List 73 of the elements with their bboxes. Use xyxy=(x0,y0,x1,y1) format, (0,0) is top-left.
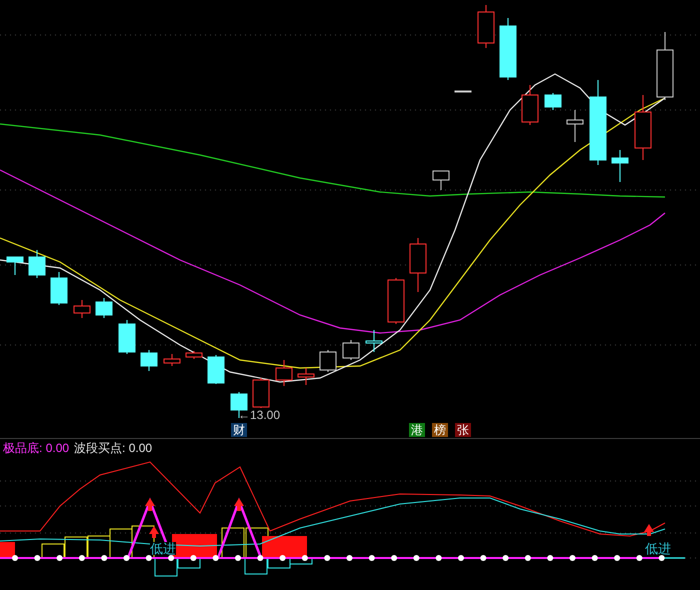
arrow-up-icon xyxy=(644,524,654,536)
candlestick xyxy=(320,350,336,372)
buy-signal-label: 低进 xyxy=(645,542,671,555)
event-badge: 财 xyxy=(231,423,247,437)
baseline-dot xyxy=(570,555,576,561)
candlestick xyxy=(298,368,314,386)
candlestick xyxy=(454,90,472,92)
baseline-dot xyxy=(78,555,85,561)
baseline-dot xyxy=(324,555,330,561)
candlestick xyxy=(342,340,360,360)
arrow-up-icon xyxy=(234,498,244,511)
baseline-dot xyxy=(524,555,531,561)
baseline-dot xyxy=(346,555,352,561)
candlestick xyxy=(656,32,674,100)
candlestick xyxy=(50,272,68,306)
baseline-dot xyxy=(101,555,108,561)
baseline-dot xyxy=(368,555,375,561)
baseline-dot xyxy=(280,555,286,561)
baseline-dot xyxy=(302,555,308,561)
baseline-dot xyxy=(547,555,554,561)
candlestick xyxy=(634,94,652,160)
candlestick xyxy=(186,350,202,360)
candlestick xyxy=(432,170,450,190)
baseline-dot xyxy=(34,555,40,561)
baseline-dot xyxy=(257,555,264,561)
signal-block xyxy=(262,536,307,558)
candlestick xyxy=(366,330,382,352)
candlestick xyxy=(612,150,628,182)
arrow-up-icon xyxy=(149,526,159,538)
candlestick xyxy=(140,350,158,372)
buy-signal-label: 低进 xyxy=(150,542,176,555)
candlestick xyxy=(6,256,24,276)
event-badge: 港 xyxy=(409,423,425,437)
baseline-dot xyxy=(413,555,420,561)
baseline-dot xyxy=(458,555,464,561)
baseline-dot xyxy=(436,555,442,561)
baseline-dot xyxy=(502,555,509,561)
indicator-legend: 极品底: 0.00 xyxy=(3,441,70,455)
candlestick xyxy=(522,84,538,126)
candlestick xyxy=(74,300,90,318)
baseline-dot xyxy=(124,555,130,561)
candlestick xyxy=(566,110,584,142)
event-badge: 张 xyxy=(455,423,471,437)
baseline-dot xyxy=(12,555,18,561)
candlestick xyxy=(28,250,46,278)
baseline-dot xyxy=(636,555,642,561)
baseline-dot xyxy=(146,555,152,561)
indicator-legend: 波段买点: 0.00 xyxy=(74,441,152,455)
candlestick xyxy=(544,92,562,110)
baseline-dot xyxy=(235,555,241,561)
baseline-dot xyxy=(168,555,174,561)
candlestick xyxy=(276,360,292,386)
candlestick xyxy=(208,354,224,384)
baseline-dot xyxy=(190,555,196,561)
baseline-dot xyxy=(614,555,620,561)
signal-block xyxy=(0,542,15,558)
candlestick xyxy=(96,298,112,318)
candlestick xyxy=(478,4,494,48)
candlestick xyxy=(388,278,404,324)
candlestick xyxy=(118,320,136,354)
candlestick xyxy=(500,18,516,80)
candlestick xyxy=(410,238,426,292)
baseline-dot xyxy=(592,555,598,561)
arrow-up-icon xyxy=(145,498,155,511)
baseline-dot xyxy=(391,555,398,561)
candlestick xyxy=(252,378,270,408)
event-badge: 榜 xyxy=(432,423,448,437)
baseline-dot xyxy=(658,555,665,561)
baseline-dot xyxy=(480,555,486,561)
baseline-dot xyxy=(56,555,63,561)
baseline-dot xyxy=(212,555,219,561)
candlestick xyxy=(164,354,180,366)
low-price-label: ←13.00 xyxy=(238,409,280,421)
